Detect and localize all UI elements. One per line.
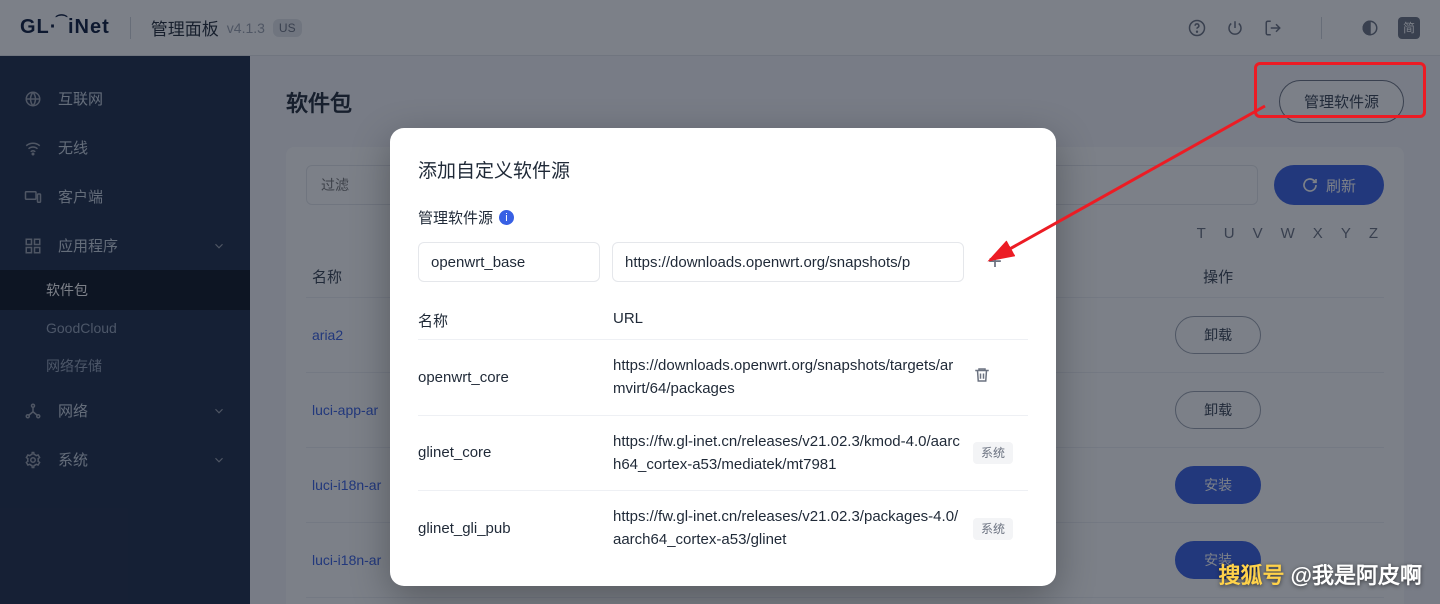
src-col-name: 名称 (418, 310, 613, 331)
info-icon[interactable]: i (499, 210, 514, 225)
source-row: glinet_core https://fw.gl-inet.cn/releas… (418, 416, 1028, 492)
source-row: glinet_gli_pub https://fw.gl-inet.cn/rel… (418, 491, 1028, 566)
source-name-input[interactable] (418, 242, 600, 282)
source-url: https://downloads.openwrt.org/snapshots/… (613, 354, 973, 401)
source-name: glinet_core (418, 444, 613, 461)
source-row: openwrt_core https://downloads.openwrt.o… (418, 340, 1028, 416)
watermark: 搜狐号@我是阿皮啊 (1219, 558, 1422, 590)
src-col-url: URL (613, 310, 973, 331)
source-name: glinet_gli_pub (418, 520, 613, 537)
add-source-button[interactable]: + (976, 243, 1014, 281)
source-name: openwrt_core (418, 369, 613, 386)
add-source-modal: 添加自定义软件源 管理软件源 i + 名称 URL openwrt_core h… (390, 128, 1056, 586)
system-badge: 系统 (973, 442, 1013, 464)
source-url: https://fw.gl-inet.cn/releases/v21.02.3/… (613, 505, 973, 552)
manage-sources-label: 管理软件源 (418, 207, 493, 228)
source-url: https://fw.gl-inet.cn/releases/v21.02.3/… (613, 430, 973, 477)
system-badge: 系统 (973, 518, 1013, 540)
modal-title: 添加自定义软件源 (418, 156, 1028, 183)
source-url-input[interactable] (612, 242, 964, 282)
trash-icon[interactable] (973, 371, 991, 388)
